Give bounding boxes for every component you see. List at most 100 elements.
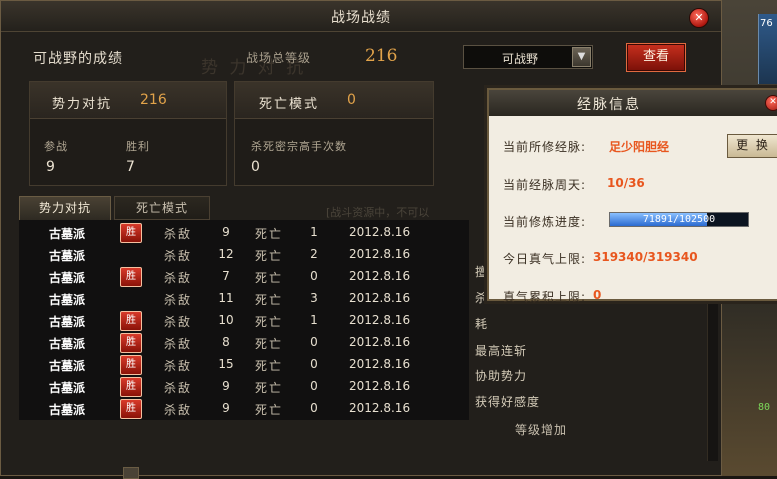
table-row[interactable]: 古墓派 杀敌 15 死亡 0 2012.8.16 胜 [19,354,469,376]
victory-value: 7 [126,159,135,175]
table-row[interactable]: 古墓派 杀敌 10 死亡 1 2012.8.16 胜 [19,310,469,332]
faction-name: 古墓派 [49,293,86,307]
kill-label: 杀敌 [164,359,193,373]
meridian-value: 足少阳胆经 [609,140,670,154]
table-row[interactable]: 古墓派 杀敌 11 死亡 3 2012.8.16 [19,288,469,310]
table-row[interactable]: 古墓派 杀敌 9 死亡 0 2012.8.16 胜 [19,376,469,398]
victory-badge-icon: 胜 [120,399,142,419]
kill-count: 9 [222,379,230,393]
death-label: 死亡 [255,403,284,417]
record-date: 2012.8.16 [349,401,411,415]
death-label: 死亡 [255,359,284,373]
faction-name: 古墓派 [49,227,86,241]
death-count: 0 [310,269,318,283]
kill-count: 9 [222,225,230,239]
check-button[interactable]: 查看 [626,43,686,72]
kill-label: 杀敌 [164,381,193,395]
kill-label: 杀敌 [164,293,193,307]
death-label: 死亡 [255,315,284,329]
kill-label: 杀敌 [164,337,193,351]
faction-name: 古墓派 [49,249,86,263]
death-count: 0 [310,379,318,393]
meridian-info-popup: 经脉信息 ✕ 当前所修经脉: 足少阳胆经 更 换 当前经脉周天: 10/36 当… [487,88,777,304]
death-count: 0 [310,335,318,349]
meridian-label: 当前所修经脉: [503,140,587,154]
table-row[interactable]: 古墓派 杀敌 9 死亡 1 2012.8.16 胜 [19,222,469,244]
kill-label: 杀敌 [164,271,193,285]
death-label: 死亡 [255,271,284,285]
faction-name: 古墓派 [49,403,86,417]
cultivation-progress-bar: 71891/102500 [609,212,749,227]
table-row[interactable]: 古墓派 杀敌 9 死亡 0 2012.8.16 胜 [19,398,469,420]
death-count: 0 [310,357,318,371]
death-label: 死亡 [255,227,284,241]
scene-number: 76 [760,18,773,29]
popup-close-icon[interactable]: ✕ [765,95,777,111]
table-row[interactable]: 古墓派 杀敌 12 死亡 2 2012.8.16 [19,244,469,266]
kill-count: 11 [218,291,234,305]
kill-count: 8 [222,335,230,349]
death-label: 死亡 [255,381,284,395]
faction-name: 古墓派 [49,337,86,351]
death-count: 1 [310,225,318,239]
scene-green-text: 80 [758,402,771,413]
record-date: 2012.8.16 [349,225,411,239]
max-streak-label: 最高连斩 [475,344,528,358]
faction-name: 古墓派 [49,271,86,285]
chevron-down-icon[interactable]: ▼ [572,47,591,67]
master-kill-value: 0 [251,159,260,175]
victory-badge-icon: 胜 [120,311,142,331]
participated-label: 参战 [44,140,68,153]
victory-badge-icon: 胜 [120,377,142,397]
kill-count: 12 [218,247,234,261]
swap-meridian-button[interactable]: 更 换 [727,134,777,158]
faction-panel-header: 势力对抗 216 [30,82,226,119]
death-label: 死亡 [255,337,284,351]
death-label: 死亡 [255,293,284,307]
daily-qi-label: 今日真气上限: [503,252,587,266]
record-date: 2012.8.16 [349,269,411,283]
table-row[interactable]: 古墓派 杀敌 7 死亡 0 2012.8.16 胜 [19,266,469,288]
level-increase-label: 等级增加 [515,423,568,437]
tab-faction-battle[interactable]: 势力对抗 [19,196,111,220]
kill-label: 杀敌 [164,249,193,263]
faction-battle-panel: 势力对抗 216 参战 胜利 9 7 [29,81,227,186]
faction-name: 古墓派 [49,381,86,395]
popup-title: 经脉信息 [577,97,641,113]
kill-count: 10 [218,313,234,327]
popup-title-bar[interactable]: 经脉信息 [489,90,777,116]
battle-record-list: 古墓派 杀敌 9 死亡 1 2012.8.16 胜古墓派 杀敌 12 死亡 2 2012.8.16 古墓… [19,220,469,420]
resize-handle[interactable] [123,467,139,479]
close-icon[interactable]: ✕ [689,8,709,28]
cycle-label: 当前经脉周天: [503,178,587,192]
victory-badge-icon: 胜 [120,267,142,287]
death-count: 2 [310,247,318,261]
kill-count: 7 [222,269,230,283]
victory-badge-icon: 胜 [120,333,142,353]
title-bar[interactable]: 战场战绩 [1,1,721,32]
death-count: 0 [310,401,318,415]
death-count: 1 [310,313,318,327]
record-date: 2012.8.16 [349,357,411,371]
death-count: 3 [310,291,318,305]
death-label: 死亡 [255,249,284,263]
death-panel-title: 死亡模式 [259,97,320,112]
death-panel-value: 0 [347,92,356,108]
daily-qi-value: 319340/319340 [593,250,698,264]
death-mode-panel: 死亡模式 0 杀死密宗高手次数 0 [234,81,434,186]
stat-label-3: 耗 [475,317,489,331]
favor-gained-label: 获得好感度 [475,395,541,409]
faction-name: 古墓派 [49,315,86,329]
player-select[interactable]: 可战野 ▼ [463,45,593,69]
faction-panel-title: 势力对抗 [52,97,113,112]
record-date: 2012.8.16 [349,379,411,393]
record-date: 2012.8.16 [349,291,411,305]
tab-death-mode[interactable]: 死亡模式 [114,196,210,220]
faction-panel-value: 216 [140,92,167,108]
death-panel-header: 死亡模式 0 [235,82,433,119]
player-select-value: 可战野 [502,52,539,66]
window-title: 战场战绩 [331,10,391,26]
kill-label: 杀敌 [164,315,193,329]
assist-faction-label: 协助势力 [475,369,528,383]
table-row[interactable]: 古墓派 杀敌 8 死亡 0 2012.8.16 胜 [19,332,469,354]
